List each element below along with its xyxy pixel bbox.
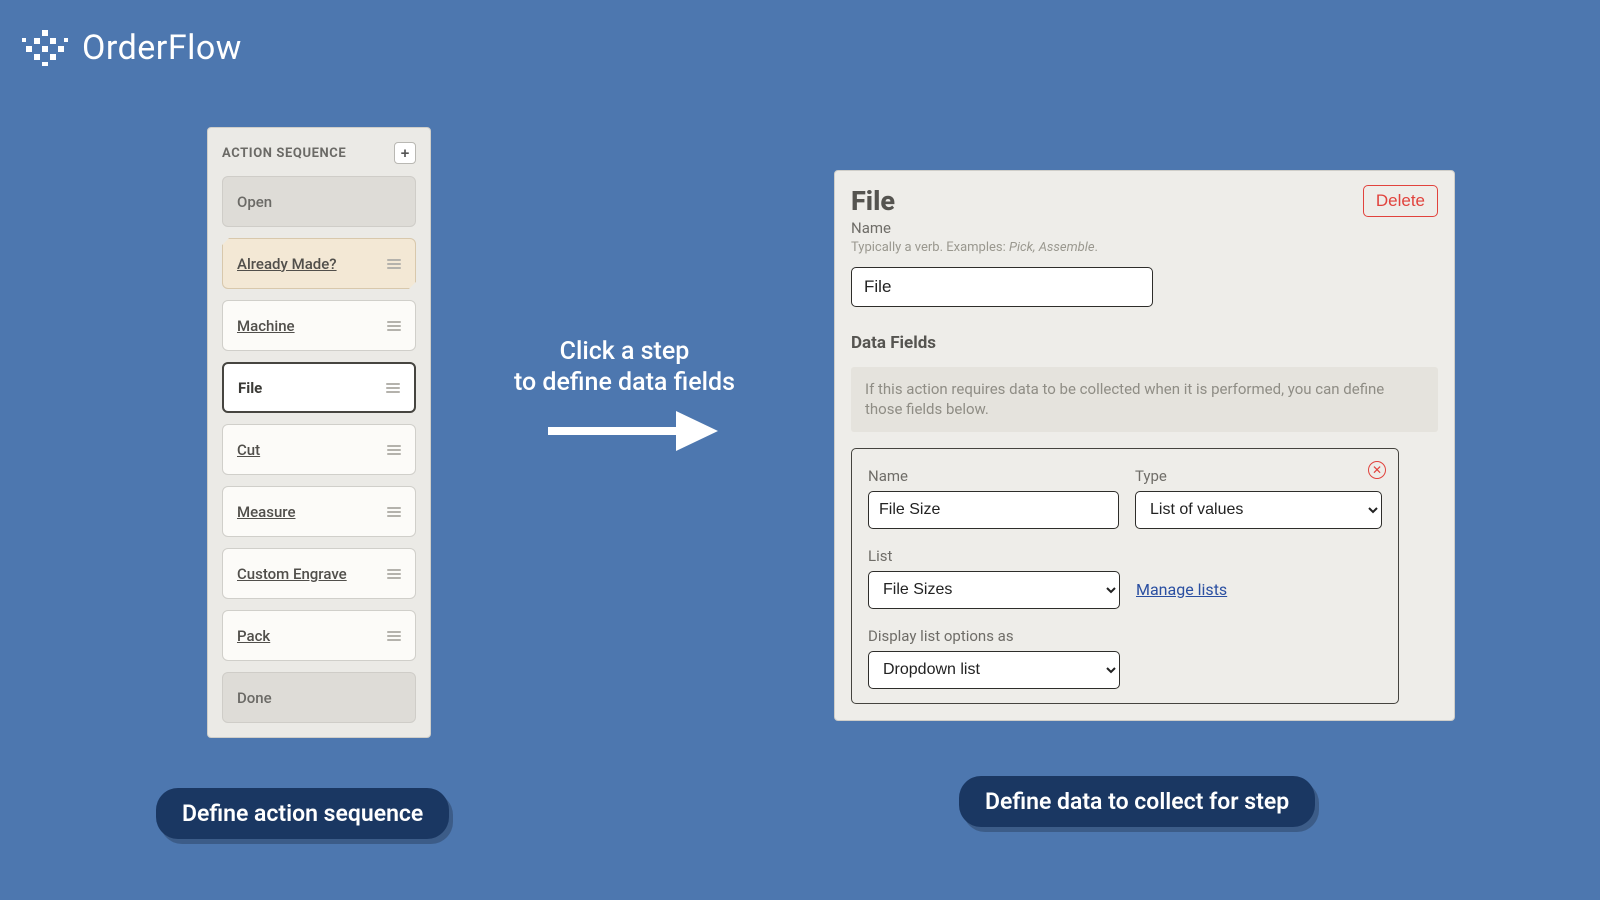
brand-logo-icon xyxy=(22,30,68,66)
field-display-label: Display list options as xyxy=(868,627,1120,645)
drag-handle-icon[interactable] xyxy=(387,321,401,331)
step-custom-engrave[interactable]: Custom Engrave xyxy=(222,548,416,599)
step-label: Machine xyxy=(237,317,295,335)
name-label: Name xyxy=(851,219,1098,237)
step-already-made[interactable]: Already Made? xyxy=(222,238,416,289)
field-type-label: Type xyxy=(1135,467,1382,485)
arrow-right-icon xyxy=(548,411,718,455)
step-label: Open xyxy=(237,193,272,211)
field-list-label: List xyxy=(868,547,1120,565)
step-label: Pack xyxy=(237,627,270,645)
field-name-label: Name xyxy=(868,467,1119,485)
data-field-card: ✕ Name Type List of values List File Siz… xyxy=(851,448,1399,704)
caption-left: Define action sequence xyxy=(156,788,449,839)
field-list-select[interactable]: File Sizes xyxy=(868,571,1120,609)
delete-step-button[interactable]: Delete xyxy=(1363,185,1438,217)
drag-handle-icon[interactable] xyxy=(386,383,400,393)
brand-name: OrderFlow xyxy=(82,28,242,68)
hint-text: Click a step to define data fields xyxy=(514,336,735,399)
brand: OrderFlow xyxy=(22,28,242,68)
close-x-icon: ✕ xyxy=(1372,464,1382,476)
caption-right: Define data to collect for step xyxy=(959,776,1315,827)
step-label: Cut xyxy=(237,441,260,459)
helper-examples: Pick, Assemble xyxy=(1009,240,1095,255)
manage-lists-link[interactable]: Manage lists xyxy=(1136,580,1227,599)
step-machine[interactable]: Machine xyxy=(222,300,416,351)
step-file[interactable]: File xyxy=(222,362,416,413)
step-list: Open Already Made? Machine File Cut Meas… xyxy=(222,176,416,723)
step-cut[interactable]: Cut xyxy=(222,424,416,475)
step-measure[interactable]: Measure xyxy=(222,486,416,537)
data-fields-title: Data Fields xyxy=(851,333,1438,353)
drag-handle-icon[interactable] xyxy=(387,259,401,269)
step-label: File xyxy=(238,379,262,397)
action-sequence-header: ACTION SEQUENCE + xyxy=(222,142,416,164)
field-type-select[interactable]: List of values xyxy=(1135,491,1382,529)
add-step-button[interactable]: + xyxy=(394,142,416,164)
name-helper: Typically a verb. Examples: Pick, Assemb… xyxy=(851,240,1098,255)
drag-handle-icon[interactable] xyxy=(387,507,401,517)
step-name-input[interactable] xyxy=(851,267,1153,307)
step-label: Custom Engrave xyxy=(237,565,347,583)
hint-line-2: to define data fields xyxy=(514,367,735,398)
data-fields-info: If this action requires data to be colle… xyxy=(851,367,1438,432)
plus-icon: + xyxy=(401,146,410,161)
drag-handle-icon[interactable] xyxy=(387,631,401,641)
step-label: Already Made? xyxy=(237,255,337,273)
remove-field-button[interactable]: ✕ xyxy=(1368,461,1386,479)
action-sequence-panel: ACTION SEQUENCE + Open Already Made? Mac… xyxy=(207,127,431,738)
detail-header: File Name Typically a verb. Examples: Pi… xyxy=(851,185,1438,255)
step-label: Done xyxy=(237,689,272,707)
step-done[interactable]: Done xyxy=(222,672,416,723)
drag-handle-icon[interactable] xyxy=(387,569,401,579)
step-label: Measure xyxy=(237,503,296,521)
hint-line-1: Click a step xyxy=(514,336,735,367)
helper-prefix: Typically a verb. Examples: xyxy=(851,240,1009,255)
step-pack[interactable]: Pack xyxy=(222,610,416,661)
detail-title: File xyxy=(851,185,1098,217)
step-open[interactable]: Open xyxy=(222,176,416,227)
drag-handle-icon[interactable] xyxy=(387,445,401,455)
helper-period: . xyxy=(1095,240,1098,255)
action-sequence-title: ACTION SEQUENCE xyxy=(222,146,346,161)
field-name-input[interactable] xyxy=(868,491,1119,529)
field-display-select[interactable]: Dropdown list xyxy=(868,651,1120,689)
step-detail-panel: File Name Typically a verb. Examples: Pi… xyxy=(834,170,1455,721)
